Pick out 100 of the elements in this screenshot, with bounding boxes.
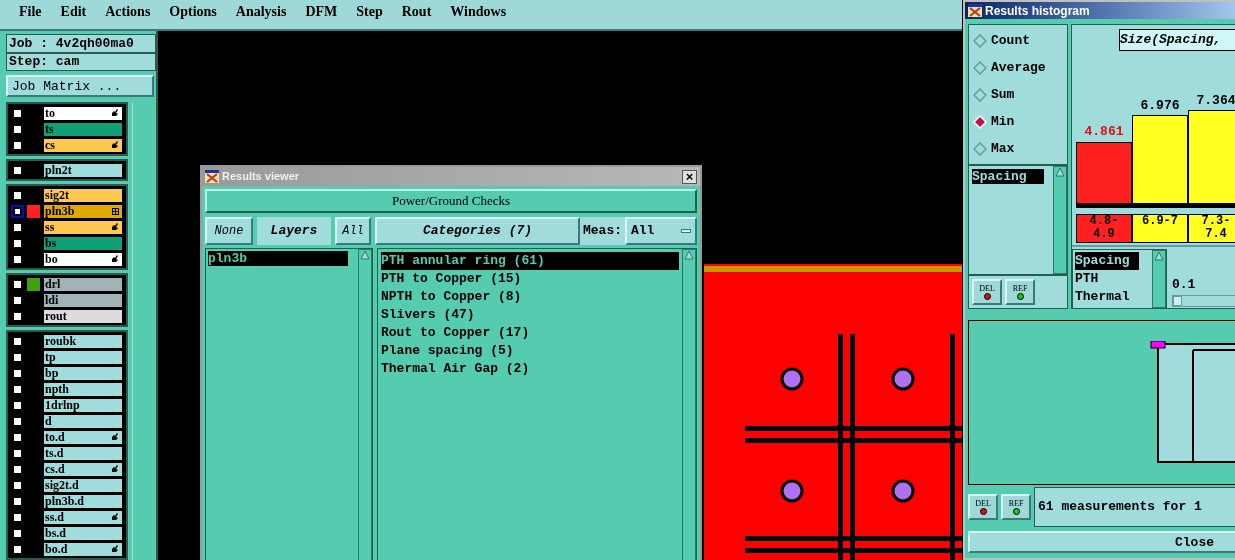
layer-item[interactable]: pln3b.d bbox=[43, 493, 123, 509]
horizontal-scrollbar[interactable] bbox=[1072, 244, 1235, 247]
measure-item[interactable]: Spacing bbox=[972, 169, 1044, 184]
all-button[interactable]: All bbox=[335, 217, 371, 245]
scrollbar[interactable] bbox=[682, 249, 696, 560]
menu-item[interactable]: File bbox=[19, 1, 42, 22]
window-title: Results histogram bbox=[985, 2, 1090, 20]
bin-label: 4.8-4.9 bbox=[1076, 213, 1132, 243]
menu-item[interactable]: Edit bbox=[60, 1, 87, 22]
layer-item[interactable]: 1drlnp bbox=[43, 397, 123, 413]
type-item[interactable]: Spacing bbox=[1075, 251, 1139, 270]
window-title: Results viewer bbox=[222, 169, 301, 185]
up-arrow-icon[interactable] bbox=[360, 250, 370, 260]
scrollbar[interactable] bbox=[358, 249, 372, 560]
layer-item[interactable]: ldi bbox=[43, 292, 123, 308]
layer-item[interactable]: bo.d bbox=[43, 541, 123, 557]
category-item[interactable]: Plane spacing (5) bbox=[381, 342, 679, 360]
layer-item[interactable]: to.d bbox=[43, 429, 123, 445]
radio-label: Count bbox=[991, 31, 1030, 50]
menu-item[interactable]: Step bbox=[356, 1, 383, 22]
bar-value-label: 7.364 bbox=[1196, 91, 1235, 110]
layer-item[interactable]: sig2t bbox=[43, 187, 123, 203]
scrollbar[interactable] bbox=[1053, 166, 1067, 274]
layer-item[interactable]: pln3b bbox=[43, 203, 123, 219]
menu-item[interactable]: DFM bbox=[305, 1, 338, 22]
status-message: 61 measurements for 1 bbox=[1034, 487, 1235, 527]
toggle-button[interactable]: DEL bbox=[972, 279, 1002, 305]
radio-button[interactable] bbox=[973, 33, 987, 48]
layer-item[interactable]: ts bbox=[43, 121, 123, 137]
layer-item[interactable]: npth bbox=[43, 381, 123, 397]
bar-value-label: 6.976 bbox=[1140, 96, 1180, 115]
layer-item[interactable]: drl bbox=[43, 276, 123, 292]
menu-item[interactable]: Windows bbox=[450, 1, 507, 22]
layer-item[interactable]: roubk bbox=[43, 333, 123, 349]
layer-item[interactable]: ss bbox=[43, 219, 123, 235]
menu-item[interactable]: Options bbox=[169, 1, 217, 22]
category-item[interactable]: PTH to Copper (15) bbox=[381, 270, 679, 288]
type-item[interactable]: PTH bbox=[1075, 269, 1139, 288]
layer-item[interactable]: d bbox=[43, 413, 123, 429]
toggle-button[interactable]: DEL bbox=[968, 494, 998, 520]
window-icon bbox=[205, 170, 219, 183]
hand-icon bbox=[111, 545, 119, 553]
scrollbar[interactable] bbox=[1152, 249, 1166, 308]
category-item[interactable]: Slivers (47) bbox=[381, 306, 679, 324]
radio-label: Min bbox=[991, 112, 1015, 131]
layer-list-item[interactable]: pln3b bbox=[208, 251, 348, 266]
category-item[interactable]: PTH annular ring (61) bbox=[381, 252, 679, 270]
hand-icon bbox=[111, 513, 119, 521]
radio-label: Max bbox=[991, 139, 1015, 158]
meas-label: Meas: bbox=[582, 222, 623, 241]
categories-header-button[interactable]: Categories (7) bbox=[375, 217, 580, 245]
close-button[interactable]: × bbox=[682, 169, 697, 184]
hand-icon bbox=[111, 465, 119, 473]
up-arrow-icon[interactable] bbox=[1055, 167, 1065, 177]
layer-item[interactable]: bo bbox=[43, 251, 123, 267]
none-button[interactable]: None bbox=[205, 217, 253, 245]
type-item[interactable]: Thermal bbox=[1075, 287, 1139, 306]
layer-item[interactable]: to bbox=[43, 105, 123, 121]
chart-title: Size(Spacing, bbox=[1119, 29, 1235, 51]
up-arrow-icon[interactable] bbox=[1154, 250, 1164, 261]
power-ground-checks-button[interactable]: Power/Ground Checks bbox=[205, 189, 697, 213]
close-button[interactable]: Close bbox=[968, 531, 1235, 553]
toggle-button[interactable]: REF bbox=[1005, 279, 1035, 305]
radio-button[interactable] bbox=[973, 60, 987, 75]
layer-checkbox[interactable] bbox=[11, 204, 24, 218]
category-item[interactable]: NPTH to Copper (8) bbox=[381, 288, 679, 306]
job-label: Job : 4v2qh00ma0 bbox=[6, 34, 156, 53]
scale-slider-thumb[interactable] bbox=[1173, 295, 1183, 306]
radio-button[interactable] bbox=[973, 141, 987, 156]
dropdown-indicator-icon bbox=[681, 229, 691, 233]
hand-icon bbox=[111, 141, 119, 149]
category-item[interactable]: Rout to Copper (17) bbox=[381, 324, 679, 342]
layer-item[interactable]: bp bbox=[43, 365, 123, 381]
meas-dropdown[interactable]: All bbox=[625, 217, 697, 245]
layer-item[interactable]: tp bbox=[43, 349, 123, 365]
bin-label: 6.9-7 bbox=[1132, 213, 1188, 243]
layers-header: Layers bbox=[257, 217, 331, 245]
hand-icon bbox=[111, 433, 119, 441]
layer-item[interactable]: bs.d bbox=[43, 525, 123, 541]
job-matrix-button[interactable]: Job Matrix ... bbox=[6, 75, 154, 97]
category-item[interactable]: Thermal Air Gap (2) bbox=[381, 360, 679, 378]
layer-item[interactable]: sig2t.d bbox=[43, 477, 123, 493]
layer-item[interactable]: pln2t bbox=[43, 162, 123, 178]
scale-value: 0.1 bbox=[1172, 276, 1197, 294]
up-arrow-icon[interactable] bbox=[684, 250, 694, 260]
layer-item[interactable]: cs bbox=[43, 137, 123, 153]
grid-icon bbox=[112, 207, 119, 215]
bin-label: 7.3-7.4 bbox=[1188, 213, 1235, 243]
layer-item[interactable]: ts.d bbox=[43, 445, 123, 461]
hand-icon bbox=[111, 109, 119, 117]
radio-button[interactable] bbox=[973, 87, 987, 102]
menu-item[interactable]: Rout bbox=[401, 1, 432, 22]
layer-item[interactable]: ss.d bbox=[43, 509, 123, 525]
menu-item[interactable]: Actions bbox=[105, 1, 151, 22]
menu-item[interactable]: Analysis bbox=[235, 1, 287, 22]
step-label: Step: cam bbox=[6, 53, 156, 71]
layer-item[interactable]: bs bbox=[43, 235, 123, 251]
layer-item[interactable]: cs.d bbox=[43, 461, 123, 477]
toggle-button[interactable]: REF bbox=[1001, 494, 1031, 520]
layer-item[interactable]: rout bbox=[43, 308, 123, 324]
